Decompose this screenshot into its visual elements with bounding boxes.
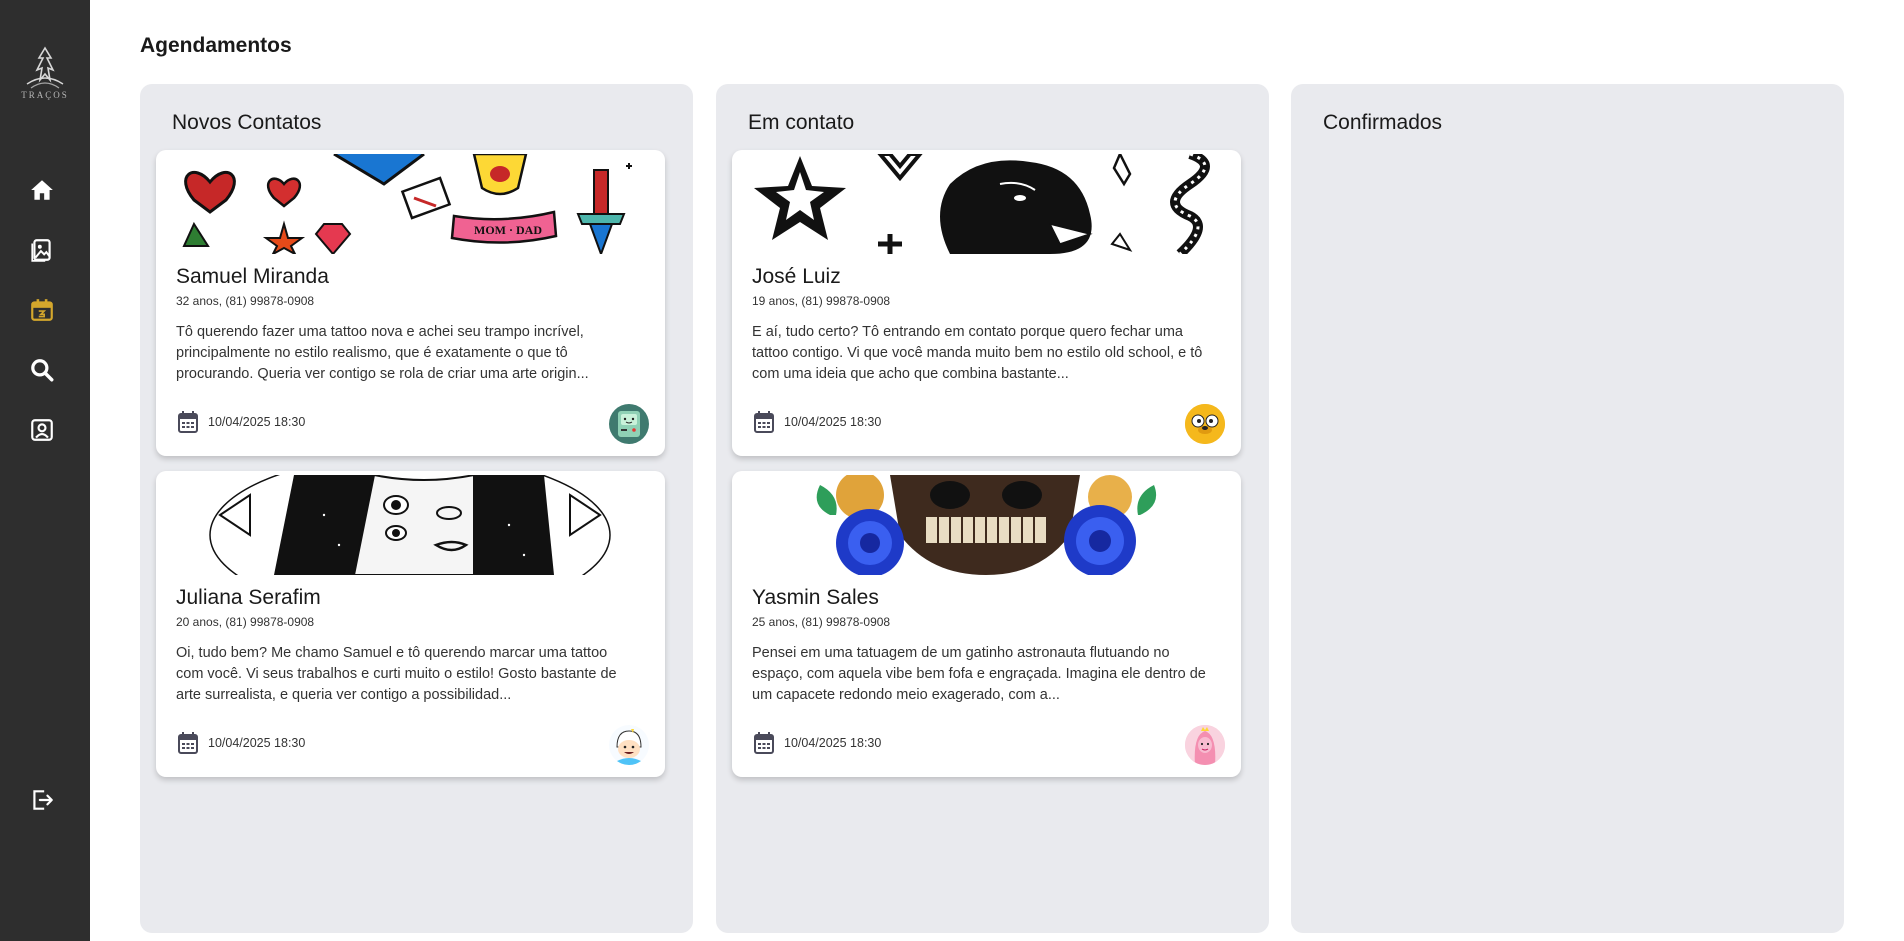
client-message: Pensei em uma tatuagem de um gatinho ast…	[752, 645, 1206, 703]
contact-card[interactable]: MOM · DAD Samuel Miranda 32 anos, (81) 9…	[156, 150, 665, 456]
tattoo-reference-image	[174, 475, 647, 575]
appointment-date: 10/04/2025 18:30	[784, 736, 882, 750]
logout-icon	[33, 790, 53, 810]
client-name: Yasmin Sales	[752, 586, 879, 609]
logo-text: TRAÇOS	[21, 90, 69, 100]
client-avatar[interactable]	[609, 404, 649, 444]
client-meta: 25 anos, (81) 99878-0908	[752, 615, 891, 629]
appointment-date: 10/04/2025 18:30	[208, 736, 306, 750]
princess-bubblegum-avatar-icon	[1185, 725, 1225, 765]
client-meta: 20 anos, (81) 99878-0908	[176, 615, 315, 629]
tattoo-reference-image	[750, 154, 1223, 254]
svg-text:MOM · DAD: MOM · DAD	[474, 223, 542, 237]
gallery-icon	[31, 239, 51, 262]
contact-card[interactable]: José Luiz 19 anos, (81) 99878-0908 E aí,…	[732, 150, 1241, 456]
column-confirmados: Confirmados	[1291, 84, 1844, 933]
nav-appointments[interactable]	[29, 297, 55, 323]
traços-logo[interactable]: TRAÇOS	[17, 44, 73, 106]
client-name: Samuel Miranda	[176, 265, 329, 288]
client-avatar[interactable]	[1185, 404, 1225, 444]
page-title: Agendamentos	[140, 34, 292, 57]
client-message: Tô querendo fazer uma tattoo nova e ache…	[176, 324, 589, 382]
column-em-contato: Em contato José Luiz 19 anos, (81) 99878…	[716, 84, 1269, 933]
calendar-icon	[178, 411, 198, 433]
appointment-date: 10/04/2025 18:30	[784, 415, 882, 429]
column-novos-contatos: Novos Contatos MOM · DAD Samuel Miranda …	[140, 84, 693, 933]
appointment-date: 10/04/2025 18:30	[208, 415, 306, 429]
client-avatar[interactable]	[1185, 725, 1225, 765]
calendar-icon	[754, 732, 774, 754]
client-avatar[interactable]	[609, 725, 649, 765]
profile-icon	[31, 419, 53, 441]
column-title: Confirmados	[1323, 111, 1443, 134]
home-icon	[31, 180, 53, 200]
sidebar: TRAÇOS	[0, 0, 90, 941]
tattoo-reference-image: MOM · DAD	[174, 154, 647, 254]
calendar-icon	[31, 299, 53, 321]
calendar-icon	[178, 732, 198, 754]
client-message: Oi, tudo bem? Me chamo Samuel e tô quere…	[176, 645, 617, 703]
column-title: Em contato	[748, 111, 855, 134]
client-message: E aí, tudo certo? Tô entrando em contato…	[752, 324, 1203, 382]
client-name: Juliana Serafim	[176, 586, 321, 609]
contact-card[interactable]: Juliana Serafim 20 anos, (81) 99878-0908…	[156, 471, 665, 777]
nav-profile[interactable]	[29, 417, 55, 443]
client-name: José Luiz	[752, 265, 841, 288]
search-icon	[31, 359, 54, 382]
calendar-icon	[754, 411, 774, 433]
nav-home[interactable]	[29, 177, 55, 203]
bmo-avatar-icon	[618, 411, 640, 437]
finn-avatar-icon	[609, 725, 649, 765]
contact-card[interactable]: Yasmin Sales 25 anos, (81) 99878-0908 Pe…	[732, 471, 1241, 777]
app: TRAÇOS Agendamentos Novos Contatos MOM ·…	[0, 0, 1904, 941]
client-meta: 19 anos, (81) 99878-0908	[752, 294, 891, 308]
nav-search[interactable]	[29, 357, 55, 383]
nav-gallery[interactable]	[29, 237, 55, 263]
nav-logout[interactable]	[29, 787, 55, 813]
logo-emblem-icon	[26, 46, 64, 89]
jake-avatar-icon	[1185, 404, 1225, 444]
tattoo-reference-image	[750, 475, 1223, 575]
column-title: Novos Contatos	[172, 111, 322, 134]
client-meta: 32 anos, (81) 99878-0908	[176, 294, 315, 308]
